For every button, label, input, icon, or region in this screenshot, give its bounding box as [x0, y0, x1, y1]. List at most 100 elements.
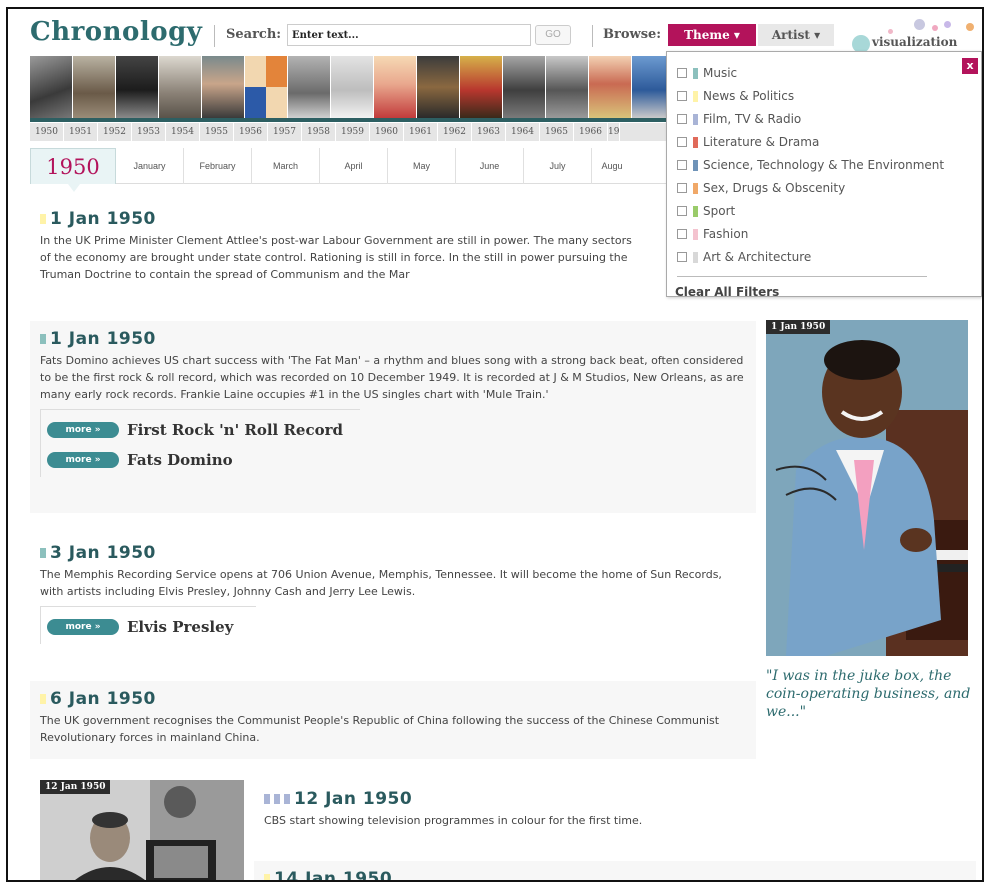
filter-label: Music	[703, 66, 738, 80]
photo-illustration	[40, 780, 244, 880]
more-link-title[interactable]: Fats Domino	[127, 451, 233, 469]
month-tab[interactable]: June	[456, 148, 524, 184]
filter-checkbox[interactable]	[677, 183, 687, 193]
filter-checkbox[interactable]	[677, 137, 687, 147]
filter-label: Sport	[703, 204, 736, 218]
filter-checkbox[interactable]	[677, 252, 687, 262]
close-icon[interactable]: x	[962, 58, 978, 74]
year-tab[interactable]: 1952	[98, 123, 132, 141]
artist-dropdown-button[interactable]: Artist ▾	[758, 24, 834, 46]
year-tab[interactable]: 1957	[268, 123, 302, 141]
strip-thumbnail[interactable]	[503, 56, 545, 118]
theme-swatch	[40, 334, 46, 344]
timeline-entry: 1 Jan 1950 In the UK Prime Minister Clem…	[40, 209, 680, 283]
browse-label: Browse:	[603, 27, 662, 42]
more-link-row[interactable]: more » Fats Domino	[47, 445, 360, 475]
year-tab[interactable]: 1963	[472, 123, 506, 141]
filter-label: Sex, Drugs & Obscenity	[703, 181, 846, 195]
year-tab[interactable]: 1950	[30, 123, 64, 141]
month-tab[interactable]: January	[116, 148, 184, 184]
logo[interactable]: Chronology	[30, 17, 202, 47]
strip-thumbnail[interactable]	[73, 56, 115, 118]
theme-filter-item[interactable]: Fashion	[677, 225, 748, 243]
year-tab[interactable]: 1955	[200, 123, 234, 141]
more-link-row[interactable]: more » Elvis Presley	[47, 612, 256, 642]
more-link-title[interactable]: First Rock 'n' Roll Record	[127, 421, 343, 439]
strip-thumbnail[interactable]	[589, 56, 631, 118]
year-tab[interactable]: 1964	[506, 123, 540, 141]
month-tab[interactable]: May	[388, 148, 456, 184]
theme-filter-item[interactable]: Science, Technology & The Environment	[677, 156, 944, 174]
filter-checkbox[interactable]	[677, 68, 687, 78]
theme-filter-item[interactable]: Art & Architecture	[677, 248, 811, 266]
dot-icon	[932, 25, 938, 31]
year-tab[interactable]: 1965	[540, 123, 574, 141]
month-tab[interactable]: March	[252, 148, 320, 184]
year-tab[interactable]: 1959	[336, 123, 370, 141]
year-tab[interactable]: 1966	[574, 123, 608, 141]
filter-checkbox[interactable]	[677, 114, 687, 124]
year-tab[interactable]: 1962	[438, 123, 472, 141]
strip-thumbnail[interactable]	[546, 56, 588, 118]
divider	[592, 25, 593, 47]
more-button[interactable]: more »	[47, 619, 119, 635]
theme-filter-item[interactable]: Sport	[677, 202, 735, 220]
theme-swatch	[693, 159, 698, 171]
divider	[214, 25, 215, 47]
month-tab[interactable]: Augu	[592, 148, 632, 184]
filter-label: Fashion	[703, 227, 749, 241]
filter-checkbox[interactable]	[677, 206, 687, 216]
go-button[interactable]: GO	[535, 25, 571, 45]
more-button[interactable]: more »	[47, 452, 119, 468]
month-tab[interactable]: July	[524, 148, 592, 184]
more-button[interactable]: more »	[47, 422, 119, 438]
filter-label: Literature & Drama	[703, 135, 820, 149]
strip-thumbnail[interactable]	[202, 56, 244, 118]
strip-thumbnail[interactable]	[245, 56, 287, 118]
theme-dropdown-button[interactable]: Theme ▾	[668, 24, 756, 46]
year-tab[interactable]: 19	[608, 123, 620, 141]
filter-checkbox[interactable]	[677, 229, 687, 239]
filter-checkbox[interactable]	[677, 91, 687, 101]
theme-filter-item[interactable]: Literature & Drama	[677, 133, 819, 151]
strip-thumbnail[interactable]	[116, 56, 158, 118]
strip-thumbnail[interactable]	[374, 56, 416, 118]
strip-thumbnail[interactable]	[159, 56, 201, 118]
filter-checkbox[interactable]	[677, 160, 687, 170]
year-tab[interactable]: 1960	[370, 123, 404, 141]
fats-domino-photo[interactable]: 1 Jan 1950	[766, 320, 968, 656]
more-link-row[interactable]: more » First Rock 'n' Roll Record	[47, 415, 360, 445]
theme-filter-item[interactable]: Film, TV & Radio	[677, 110, 801, 128]
strip-thumbnail[interactable]	[30, 56, 72, 118]
year-tab[interactable]: 1954	[166, 123, 200, 141]
entry-text: CBS start showing television programmes …	[264, 814, 643, 827]
photo-date-tag: 1 Jan 1950	[766, 320, 831, 334]
month-tab[interactable]: February	[184, 148, 252, 184]
strip-thumbnail[interactable]	[460, 56, 502, 118]
theme-filter-item[interactable]: Music	[677, 64, 737, 82]
search-label: Search:	[226, 27, 282, 42]
entry-text: The UK government recognises the Communi…	[40, 714, 720, 744]
year-tab[interactable]: 1953	[132, 123, 166, 141]
visualization-link[interactable]: visualization	[848, 17, 978, 55]
filter-label: Art & Architecture	[703, 250, 812, 264]
strip-thumbnail[interactable]	[632, 56, 670, 118]
year-tab[interactable]: 1951	[64, 123, 98, 141]
strip-thumbnail[interactable]	[331, 56, 373, 118]
theme-swatch	[693, 136, 698, 148]
current-year[interactable]: 1950	[30, 148, 116, 192]
strip-thumbnail[interactable]	[417, 56, 459, 118]
year-tab[interactable]: 1956	[234, 123, 268, 141]
year-tab[interactable]: 1961	[404, 123, 438, 141]
theme-filter-item[interactable]: News & Politics	[677, 87, 794, 105]
theme-swatch	[693, 67, 698, 79]
theme-filter-item[interactable]: Sex, Drugs & Obscenity	[677, 179, 845, 197]
clear-filters-link[interactable]: Clear All Filters	[675, 285, 779, 299]
quote-text[interactable]: "I was in the juke box, the coin-operati…	[766, 667, 976, 721]
strip-thumbnail[interactable]	[288, 56, 330, 118]
more-link-title[interactable]: Elvis Presley	[127, 618, 233, 636]
month-tab[interactable]: April	[320, 148, 388, 184]
tv-photo[interactable]: 12 Jan 1950	[40, 780, 244, 880]
search-input[interactable]	[287, 24, 531, 46]
year-tab[interactable]: 1958	[302, 123, 336, 141]
